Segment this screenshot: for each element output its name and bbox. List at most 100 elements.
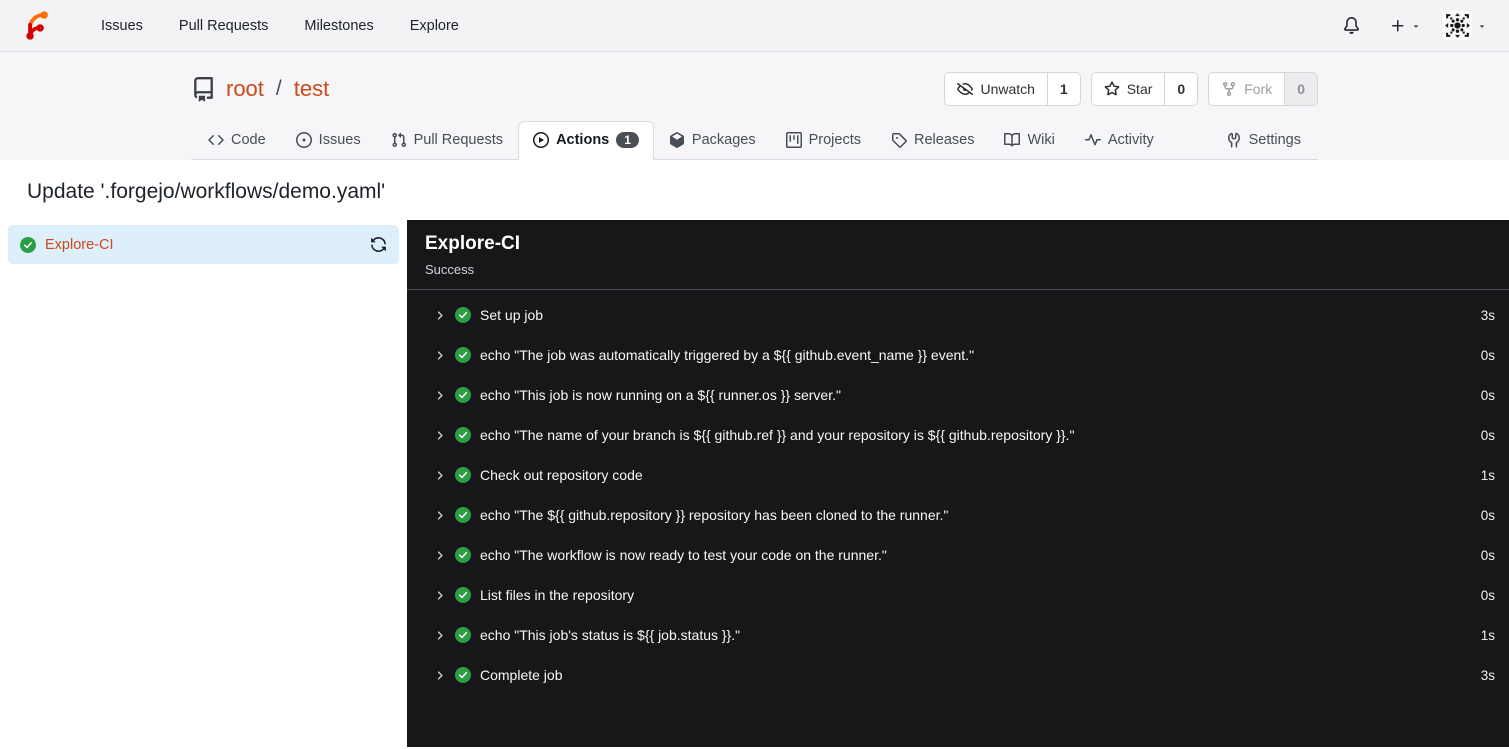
step-name: echo "The job was automatically triggere… <box>480 347 975 363</box>
chevron-right-icon[interactable] <box>433 349 446 362</box>
issue-opened-icon <box>295 132 312 148</box>
tag-icon <box>891 132 907 148</box>
star-count[interactable]: 0 <box>1164 73 1197 105</box>
check-circle-icon <box>455 667 471 683</box>
rerun-job-button[interactable] <box>370 236 387 253</box>
user-menu-button[interactable] <box>1443 11 1487 40</box>
repo-icon <box>191 76 216 102</box>
nav-link-milestones[interactable]: Milestones <box>288 10 389 42</box>
fork-icon <box>1221 81 1237 97</box>
tab-settings[interactable]: Settings <box>1211 121 1316 160</box>
run-title: Update '.forgejo/workflows/demo.yaml' <box>27 180 386 203</box>
console-header: Explore-CI Success <box>407 220 1509 290</box>
step-row[interactable]: Check out repository code 1s <box>407 455 1509 495</box>
console-status-text: Success <box>425 262 475 277</box>
check-circle-icon <box>455 587 471 603</box>
chevron-right-icon[interactable] <box>433 549 446 562</box>
step-name: Complete job <box>480 667 563 683</box>
repo-separator: / <box>275 77 282 100</box>
step-row[interactable]: echo "This job's status is ${{ job.statu… <box>407 615 1509 655</box>
unwatch-button[interactable]: Unwatch <box>945 73 1046 105</box>
pulse-icon <box>1084 132 1101 148</box>
chevron-right-icon[interactable] <box>433 669 446 682</box>
step-name: echo "This job is now running on a ${{ r… <box>480 387 841 403</box>
tab-actions[interactable]: Actions 1 <box>518 121 654 160</box>
tab-label: Releases <box>914 132 975 148</box>
step-row[interactable]: Set up job 3s <box>407 295 1509 335</box>
create-new-button[interactable] <box>1382 12 1429 40</box>
step-row[interactable]: echo "The workflow is now ready to test … <box>407 535 1509 575</box>
fork-button: Fork <box>1209 73 1284 105</box>
tab-label: Actions <box>556 132 610 148</box>
chevron-right-icon[interactable] <box>433 469 446 482</box>
step-row[interactable]: Complete job 3s <box>407 655 1509 695</box>
tab-wiki[interactable]: Wiki <box>989 121 1069 160</box>
tab-issues[interactable]: Issues <box>281 121 376 160</box>
repo-header: root / test Unwatch 1 Star 0 Fork 0 Code Issue… <box>0 52 1509 160</box>
step-row[interactable]: echo "The ${{ github.repository }} repos… <box>407 495 1509 535</box>
step-name: echo "The workflow is now ready to test … <box>480 547 887 563</box>
step-duration: 3s <box>1480 307 1495 323</box>
tab-pull-requests[interactable]: Pull Requests <box>376 121 518 160</box>
check-circle-icon <box>455 547 471 563</box>
check-circle-icon <box>455 307 471 323</box>
tab-projects[interactable]: Projects <box>771 121 876 160</box>
fork-button-group: Fork 0 <box>1208 72 1318 106</box>
step-duration: 0s <box>1480 507 1495 523</box>
step-name: echo "This job's status is ${{ job.statu… <box>480 627 741 643</box>
chevron-down-icon <box>1477 18 1487 34</box>
chevron-right-icon[interactable] <box>433 309 446 322</box>
repo-tabs: Code Issues Pull Requests Actions 1 Packages P… <box>191 121 1318 160</box>
check-circle-icon <box>455 347 471 363</box>
git-pull-request-icon <box>391 132 407 148</box>
repo-name-link[interactable]: test <box>294 76 329 102</box>
star-icon <box>1104 81 1120 97</box>
repo-title: root / test <box>191 76 329 102</box>
nav-link-explore[interactable]: Explore <box>394 10 475 42</box>
navbar-links: Issues Pull Requests Milestones Explore <box>85 10 475 42</box>
tab-packages[interactable]: Packages <box>654 121 771 160</box>
unwatch-count[interactable]: 1 <box>1046 73 1080 105</box>
repo-owner-link[interactable]: root <box>226 76 264 102</box>
tab-releases[interactable]: Releases <box>876 121 989 160</box>
step-name: echo "The name of your branch is ${{ git… <box>480 427 1075 443</box>
user-avatar <box>1443 11 1472 40</box>
navbar-right <box>1335 11 1487 40</box>
code-icon <box>208 132 224 148</box>
play-icon <box>533 132 550 148</box>
star-button[interactable]: Star <box>1092 73 1165 105</box>
step-name: Set up job <box>480 307 544 323</box>
tools-icon <box>1226 132 1242 148</box>
star-button-group: Star 0 <box>1090 72 1199 106</box>
chevron-right-icon[interactable] <box>433 509 446 522</box>
job-item-explore-ci[interactable]: Explore-CI <box>8 225 399 264</box>
chevron-right-icon[interactable] <box>433 429 446 442</box>
repo-action-buttons: Unwatch 1 Star 0 Fork 0 <box>944 72 1318 106</box>
chevron-right-icon[interactable] <box>433 629 446 642</box>
step-name: echo "The ${{ github.repository }} repos… <box>480 507 949 523</box>
job-sidebar: Explore-CI <box>0 220 407 747</box>
fork-count: 0 <box>1284 73 1317 105</box>
step-row[interactable]: echo "This job is now running on a ${{ r… <box>407 375 1509 415</box>
step-row[interactable]: List files in the repository 0s <box>407 575 1509 615</box>
job-console: Explore-CI Success Set up job 3s echo "The… <box>407 220 1509 747</box>
tab-activity[interactable]: Activity <box>1070 121 1169 160</box>
step-row[interactable]: echo "The name of your branch is ${{ git… <box>407 415 1509 455</box>
chevron-right-icon[interactable] <box>433 589 446 602</box>
job-name: Explore-CI <box>45 236 114 253</box>
tab-label: Settings <box>1248 132 1301 148</box>
step-name: List files in the repository <box>480 587 635 603</box>
nav-link-issues[interactable]: Issues <box>85 10 159 42</box>
tab-code[interactable]: Code <box>193 121 281 160</box>
check-circle-icon <box>455 467 471 483</box>
forgejo-logo[interactable] <box>22 11 51 40</box>
project-icon <box>785 132 802 148</box>
fork-button-label: Fork <box>1244 81 1273 97</box>
step-row[interactable]: echo "The job was automatically triggere… <box>407 335 1509 375</box>
chevron-right-icon[interactable] <box>433 389 446 402</box>
notifications-button[interactable] <box>1335 11 1368 40</box>
step-duration: 3s <box>1480 667 1495 683</box>
package-icon <box>669 132 685 148</box>
nav-link-pull-requests[interactable]: Pull Requests <box>163 10 284 42</box>
book-icon <box>1004 132 1021 148</box>
